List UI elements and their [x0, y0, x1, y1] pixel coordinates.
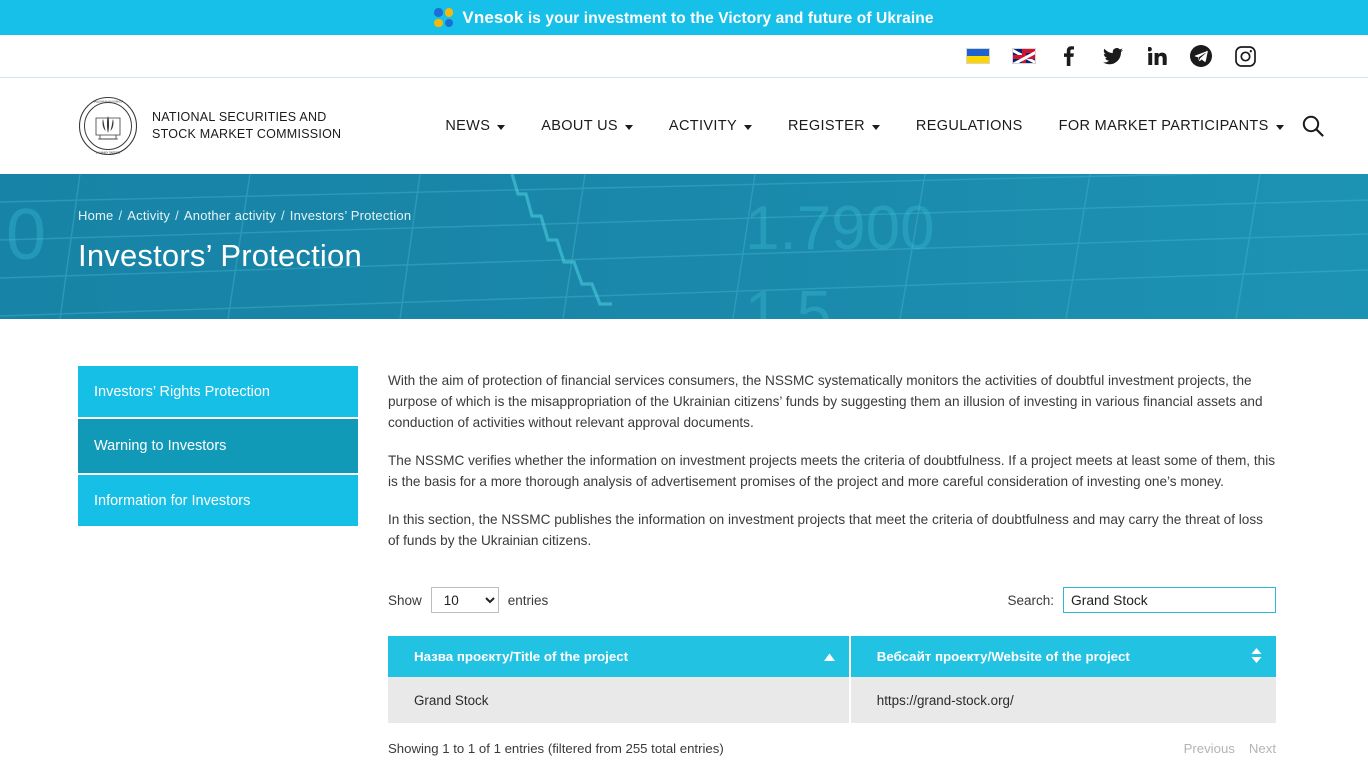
chevron-down-icon: [1275, 124, 1284, 130]
nssmc-emblem-icon: НАЦІОНАЛЬНА КОМІСІЯ З ЦІННИХ ПАПЕРІВ: [78, 96, 138, 156]
page-content: Investors’ Rights Protection Warning to …: [0, 319, 1368, 756]
breadcrumb-item-another-activity[interactable]: Another activity: [184, 208, 276, 223]
intro-paragraph-2: The NSSMC verifies whether the informati…: [388, 453, 1276, 489]
column-header-title-label: Назва проєкту/Title of the project: [414, 649, 629, 664]
column-header-website[interactable]: Вебсайт проекту/Website of the project: [849, 636, 1276, 677]
table-row[interactable]: Grand Stock https://grand-stock.org/: [388, 677, 1276, 723]
nav-label-for-market-participants: FOR MARKET PARTICIPANTS: [1058, 118, 1269, 134]
table-footer: Showing 1 to 1 of 1 entries (filtered fr…: [388, 741, 1276, 756]
pagination-previous[interactable]: Previous: [1184, 741, 1235, 756]
page-length-select[interactable]: 102550100: [430, 587, 499, 613]
nav-item-for-market-participants[interactable]: FOR MARKET PARTICIPANTS: [1041, 118, 1302, 134]
breadcrumb-separator: /: [118, 208, 123, 223]
breadcrumb-item-current: Investors’ Protection: [289, 208, 412, 223]
pagination: Previous Next: [1184, 741, 1276, 756]
projects-table: Назва проєкту/Title of the project Вебса…: [388, 636, 1276, 723]
page-title: Investors’ Protection: [78, 238, 362, 273]
nav-label-register: REGISTER: [787, 118, 865, 134]
hero-content: Home / Activity / Another activity / Investors…: [0, 174, 1368, 274]
sidebar-item-information-for-investors[interactable]: Information for Investors: [78, 475, 358, 526]
linkedin-icon[interactable]: [1146, 45, 1168, 67]
breadcrumb: Home / Activity / Another activity / Investors…: [78, 208, 1368, 223]
nav-item-about-us[interactable]: ABOUT US: [523, 118, 651, 134]
promo-brand: Vnesok: [462, 7, 524, 27]
table-info: Showing 1 to 1 of 1 entries (filtered fr…: [388, 741, 724, 756]
promo-banner[interactable]: Vnesok is your investment to the Victory…: [0, 0, 1368, 35]
nav-label-news: NEWS: [445, 118, 491, 134]
flag-uk-icon[interactable]: [1012, 48, 1036, 64]
utility-icon-group: [966, 45, 1256, 67]
table-head: Назва проєкту/Title of the project Вебса…: [388, 636, 1276, 677]
sidebar-item-investors-rights-protection[interactable]: Investors’ Rights Protection: [78, 366, 358, 417]
table-header-row: Назва проєкту/Title of the project Вебса…: [388, 636, 1276, 677]
chevron-down-icon: [624, 124, 633, 130]
breadcrumb-separator: /: [175, 208, 179, 223]
breadcrumb-item-home[interactable]: Home: [78, 208, 113, 223]
page-hero: 1.7900 0 1.5 Home / Activity / Another activ…: [0, 174, 1368, 319]
search-input[interactable]: [1063, 587, 1276, 613]
column-header-website-label: Вебсайт проекту/Website of the project: [876, 649, 1130, 664]
nav-item-regulations[interactable]: REGULATIONS: [898, 118, 1041, 134]
sidebar-menu: Investors’ Rights Protection Warning to …: [78, 366, 358, 756]
nav-item-news[interactable]: NEWS: [427, 118, 523, 134]
chevron-down-icon: [743, 124, 752, 130]
chevron-down-icon: [871, 124, 880, 130]
instagram-icon[interactable]: [1234, 45, 1256, 67]
nav-item-activity[interactable]: ACTIVITY: [651, 118, 770, 134]
svg-text:1.5: 1.5: [745, 279, 831, 319]
site-logo-block[interactable]: НАЦІОНАЛЬНА КОМІСІЯ З ЦІННИХ ПАПЕРІВ NAT…: [78, 96, 341, 156]
sidebar-item-label: Investors’ Rights Protection: [94, 383, 270, 400]
table-body: Grand Stock https://grand-stock.org/: [388, 677, 1276, 723]
show-label: Show: [388, 592, 422, 608]
promo-message: is your investment to the Victory and fu…: [523, 9, 934, 27]
facebook-icon[interactable]: [1058, 45, 1080, 67]
main-column: With the aim of protection of financial …: [388, 366, 1276, 756]
svg-text:НАЦІОНАЛЬНА КОМІСІЯ: НАЦІОНАЛЬНА КОМІСІЯ: [93, 99, 124, 103]
nav-label-about-us: ABOUT US: [541, 118, 618, 134]
search-label: Search:: [1007, 592, 1054, 608]
cell-project-title: Grand Stock: [388, 677, 851, 723]
sort-asc-icon: [823, 649, 835, 664]
intro-paragraph-3: In this section, the NSSMC publishes the…: [388, 512, 1263, 548]
table-search-control: Search:: [1007, 587, 1276, 613]
pagination-next[interactable]: Next: [1249, 741, 1276, 756]
sort-both-icon: [1251, 647, 1262, 666]
breadcrumb-separator: /: [280, 208, 285, 223]
intro-paragraph-1: With the aim of protection of financial …: [388, 373, 1263, 430]
column-header-title[interactable]: Назва проєкту/Title of the project: [388, 636, 851, 677]
nav-label-activity: ACTIVITY: [668, 118, 737, 134]
chevron-down-icon: [497, 124, 506, 130]
entries-label: entries: [507, 592, 549, 608]
cell-project-website[interactable]: https://grand-stock.org/: [849, 677, 1276, 723]
flag-ua-icon[interactable]: [966, 48, 990, 64]
nav-label-regulations: REGULATIONS: [915, 118, 1023, 134]
telegram-icon[interactable]: [1190, 45, 1212, 67]
svg-text:З ЦІННИХ ПАПЕРІВ: З ЦІННИХ ПАПЕРІВ: [96, 150, 121, 154]
site-header: НАЦІОНАЛЬНА КОМІСІЯ З ЦІННИХ ПАПЕРІВ NAT…: [0, 78, 1368, 174]
promo-banner-text: Vnesok is your investment to the Victory…: [462, 8, 933, 28]
twitter-icon[interactable]: [1102, 45, 1124, 67]
table-controls: Show 102550100 entries Search:: [388, 587, 1276, 613]
sidebar-item-label: Warning to Investors: [94, 438, 227, 454]
breadcrumb-item-activity[interactable]: Activity: [127, 208, 170, 223]
vnesok-logo-icon: [434, 8, 454, 27]
organization-name: NATIONAL SECURITIES AND STOCK MARKET COM…: [152, 110, 342, 141]
page-length-control: Show 102550100 entries: [388, 587, 548, 613]
sidebar-item-label: Information for Investors: [94, 492, 251, 509]
utility-bar: [0, 35, 1368, 78]
sidebar-item-warning-to-investors[interactable]: Warning to Investors: [78, 419, 358, 473]
search-icon[interactable]: [1302, 115, 1324, 137]
main-navigation: NEWS ABOUT US ACTIVITY REGISTER REGULATI…: [427, 115, 1324, 137]
nav-item-register[interactable]: REGISTER: [770, 118, 898, 134]
